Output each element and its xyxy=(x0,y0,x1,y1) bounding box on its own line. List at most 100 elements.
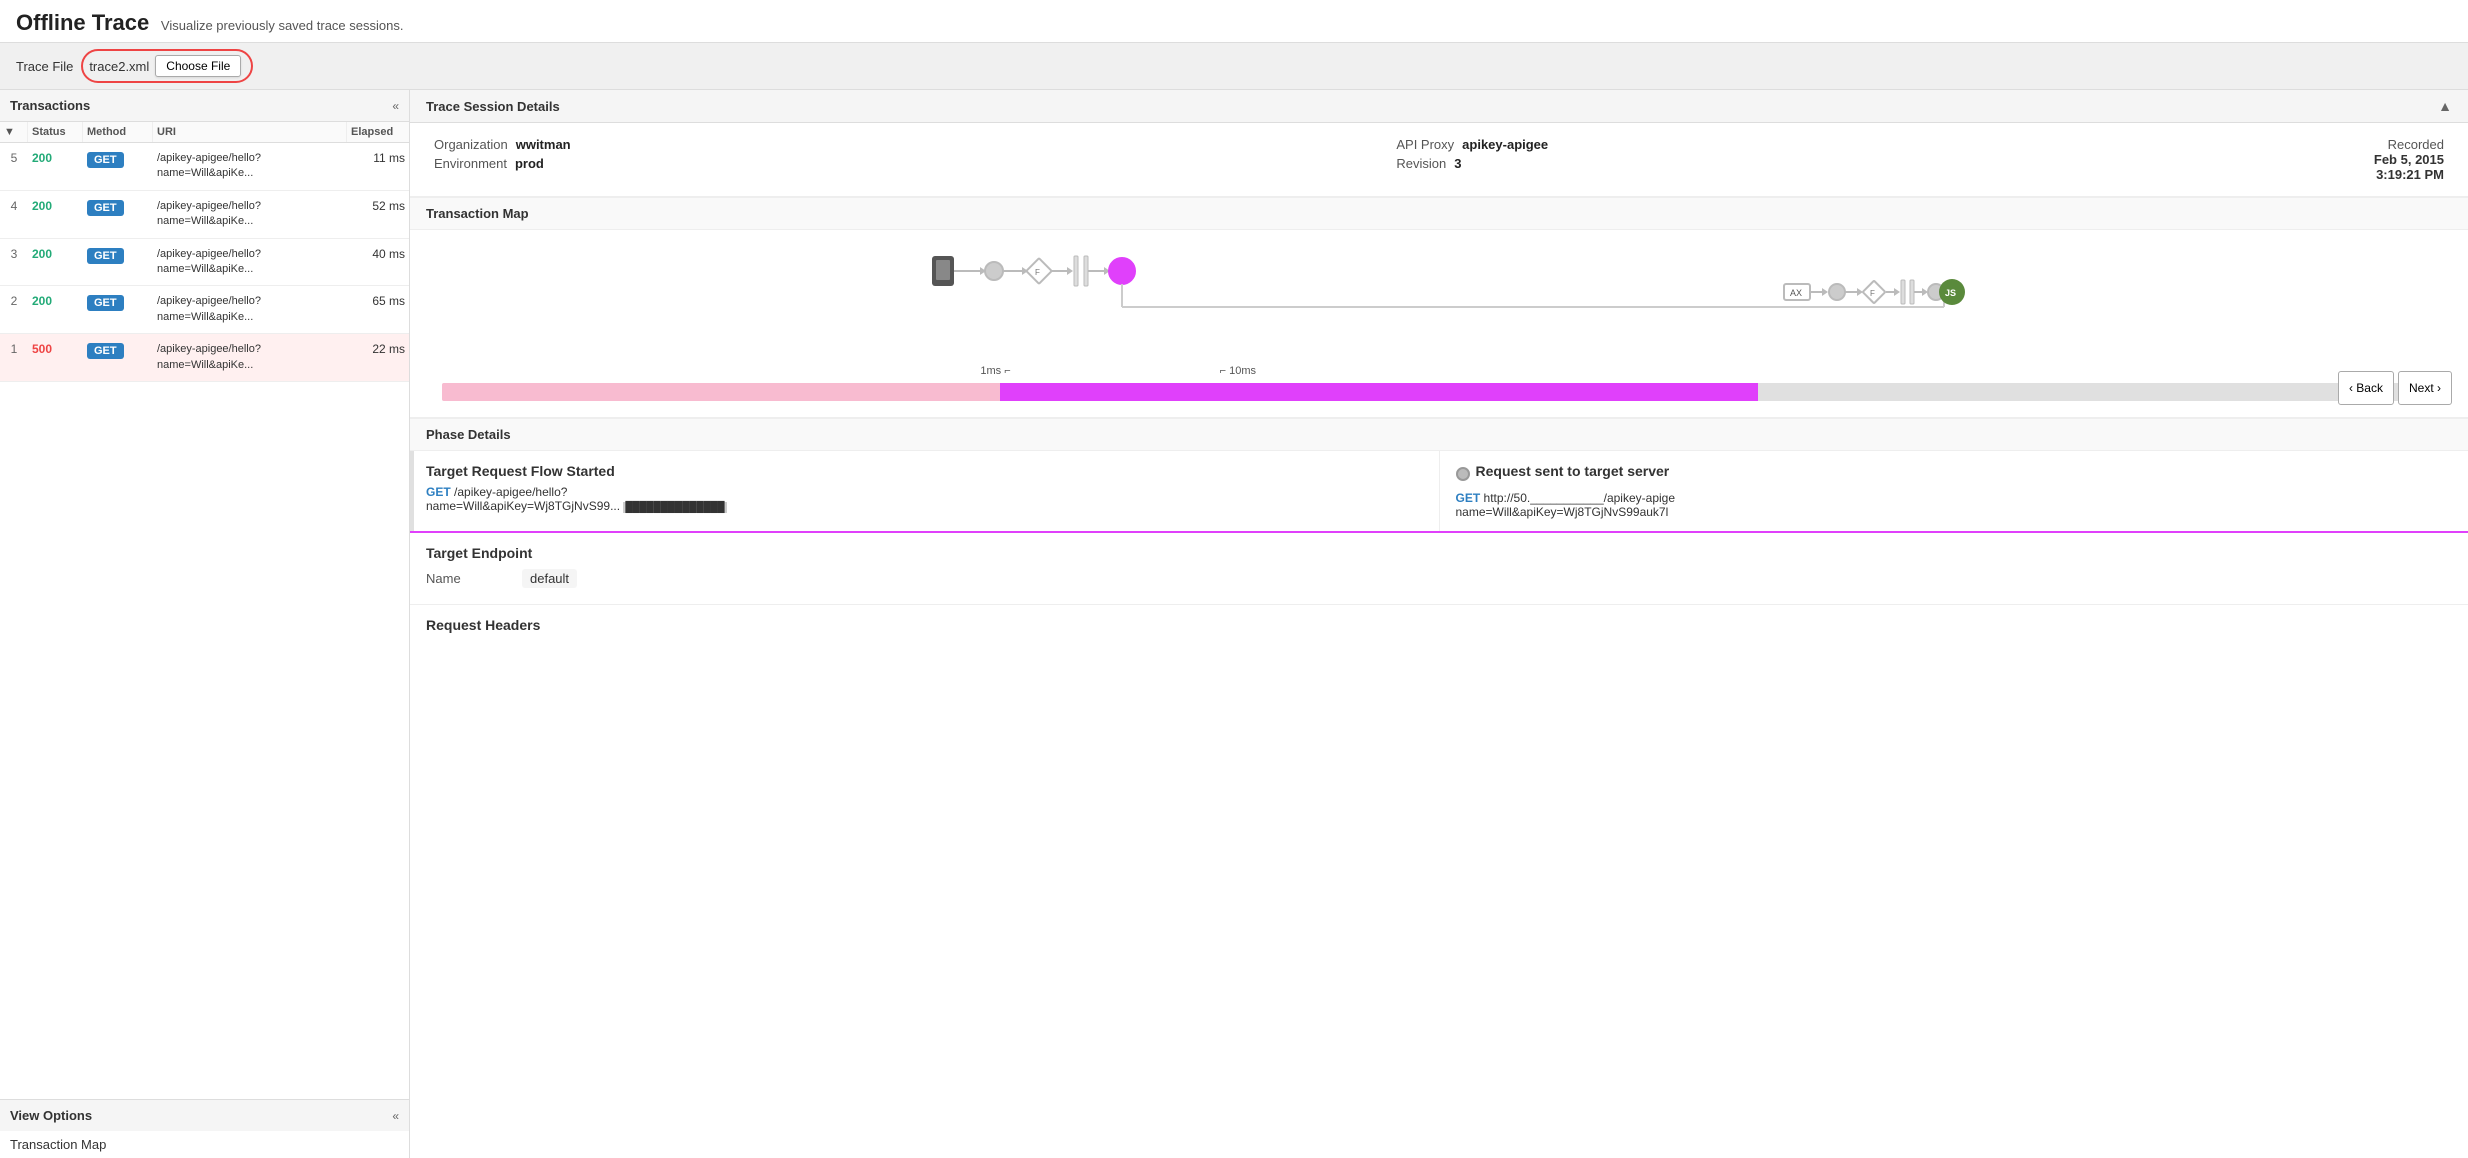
arrow-head-b3 xyxy=(1894,288,1900,296)
endpoint-name-row: Name default xyxy=(426,569,2452,588)
tx-elapsed: 52 ms xyxy=(347,197,409,215)
env-row: Environment prod xyxy=(434,156,571,171)
tx-elapsed: 11 ms xyxy=(347,149,409,167)
col-header-method: Method xyxy=(83,122,153,142)
view-options-title: View Options xyxy=(10,1108,92,1123)
tx-uri: /apikey-apigee/hello? name=Will&apiKe... xyxy=(153,197,347,232)
left-panel: Transactions « ▼ Status Method URI Elaps… xyxy=(0,90,410,1158)
back-button[interactable]: ‹ Back xyxy=(2338,371,2394,405)
table-row[interactable]: 4 200 GET /apikey-apigee/hello? name=Wil… xyxy=(0,191,409,239)
trace-session-title: Trace Session Details xyxy=(426,99,560,114)
transactions-header: Transactions « xyxy=(0,90,409,122)
col-header-arrow: ▼ xyxy=(0,122,28,142)
table-header: ▼ Status Method URI Elapsed xyxy=(0,122,409,143)
next-button[interactable]: Next › xyxy=(2398,371,2452,405)
session-mid-col: API Proxy apikey-apigee Revision 3 xyxy=(1396,137,1548,182)
target-endpoint-section: Target Endpoint Name default xyxy=(410,533,2468,605)
gray-node-b xyxy=(1829,284,1845,300)
phase-details-title: Phase Details xyxy=(410,418,2468,451)
tx-uri: /apikey-apigee/hello? name=Will&apiKe... xyxy=(153,340,347,375)
timeline-label-10ms: ⌐ 10ms xyxy=(1220,365,1256,377)
api-proxy-label: API Proxy xyxy=(1396,137,1454,152)
tx-uri: /apikey-apigee/hello? name=Will&apiKe... xyxy=(153,149,347,184)
right-panel: Trace Session Details ▲ Organization wwi… xyxy=(410,90,2468,1158)
phase-card-1: Target Request Flow Started GET /apikey-… xyxy=(410,451,1440,531)
tx-status: 200 xyxy=(28,197,83,215)
recorded-time: 3:19:21 PM xyxy=(2374,167,2444,182)
gray-node-1 xyxy=(985,262,1003,280)
app-header: Offline Trace Visualize previously saved… xyxy=(0,0,2468,43)
phone-screen xyxy=(936,260,950,280)
org-row: Organization wwitman xyxy=(434,137,571,152)
tx-uri: /apikey-apigee/hello? name=Will&apiKe... xyxy=(153,292,347,327)
api-proxy-row: API Proxy apikey-apigee xyxy=(1396,137,1548,152)
request-headers-title: Request Headers xyxy=(426,617,2452,633)
transactions-title: Transactions xyxy=(10,98,90,113)
revision-value: 3 xyxy=(1454,156,1461,171)
arrow-head-b xyxy=(1822,288,1828,296)
nav-buttons: ‹ Back Next › xyxy=(2338,371,2452,405)
table-row[interactable]: 5 200 GET /apikey-apigee/hello? name=Wil… xyxy=(0,143,409,191)
table-row[interactable]: 3 200 GET /apikey-apigee/hello? name=Wil… xyxy=(0,239,409,287)
view-options-body: Transaction Map xyxy=(0,1131,409,1158)
view-options-header[interactable]: View Options « xyxy=(0,1100,409,1131)
phase-card-2-method: GET http://50.___________/apikey-apige xyxy=(1456,491,2453,505)
get-badge: GET xyxy=(87,152,124,168)
tx-method: GET xyxy=(83,292,153,313)
view-options-collapse-icon[interactable]: « xyxy=(392,1109,399,1123)
timeline-label-1ms: 1ms ⌐ xyxy=(980,365,1010,377)
double-bar-left xyxy=(1074,256,1078,286)
double-bar-b-right xyxy=(1910,280,1914,304)
choose-file-wrapper: trace2.xml Choose File xyxy=(81,49,253,83)
get-badge: GET xyxy=(87,200,124,216)
env-label: Environment xyxy=(434,156,507,171)
col-header-status: Status xyxy=(28,122,83,142)
recorded-block: Recorded Feb 5, 2015 3:19:21 PM xyxy=(2374,137,2444,182)
revision-row: Revision 3 xyxy=(1396,156,1548,171)
collapse-transactions-icon[interactable]: « xyxy=(392,99,399,113)
transaction-list: 5 200 GET /apikey-apigee/hello? name=Wil… xyxy=(0,143,409,1099)
table-row[interactable]: 2 200 GET /apikey-apigee/hello? name=Wil… xyxy=(0,286,409,334)
tx-num: 1 xyxy=(0,340,28,358)
tx-uri: /apikey-apigee/hello? name=Will&apiKe... xyxy=(153,245,347,280)
timeline-seg-2 xyxy=(1000,383,1758,401)
tx-status: 200 xyxy=(28,245,83,263)
endpoint-name-key: Name xyxy=(426,571,506,586)
tx-num: 3 xyxy=(0,245,28,263)
page-subtitle: Visualize previously saved trace session… xyxy=(161,18,404,33)
tx-status: 200 xyxy=(28,292,83,310)
get-badge: GET xyxy=(87,248,124,264)
revision-label: Revision xyxy=(1396,156,1446,171)
request-headers-section: Request Headers xyxy=(410,605,2468,645)
choose-file-button[interactable]: Choose File xyxy=(155,55,241,77)
double-bar-right xyxy=(1084,256,1088,286)
timeline-bar-container: 1ms ⌐ ⌐ 10ms ‹ Back Next › xyxy=(426,355,2452,405)
recorded-date: Feb 5, 2015 xyxy=(2374,152,2444,167)
tx-method: GET xyxy=(83,149,153,170)
tx-num: 5 xyxy=(0,149,28,167)
col-header-uri: URI xyxy=(153,122,347,142)
collapse-trace-session-icon[interactable]: ▲ xyxy=(2438,98,2452,114)
transaction-map: F AX xyxy=(410,230,2468,418)
tx-elapsed: 22 ms xyxy=(347,340,409,358)
phase-card-2-url: name=Will&apiKey=Wj8TGjNvS99auk7l xyxy=(1456,505,2453,519)
api-proxy-value: apikey-apigee xyxy=(1462,137,1548,152)
diamond-label-b: F xyxy=(1870,289,1875,298)
recorded-label: Recorded xyxy=(2374,137,2444,152)
col-header-elapsed: Elapsed xyxy=(347,122,409,142)
timeline-labels: 1ms ⌐ ⌐ 10ms xyxy=(442,363,2436,379)
table-row[interactable]: 1 500 GET /apikey-apigee/hello? name=Wil… xyxy=(0,334,409,382)
org-value: wwitman xyxy=(516,137,571,152)
transaction-map-title: Transaction Map xyxy=(410,197,2468,230)
trace-file-label: Trace File xyxy=(16,59,73,74)
active-node xyxy=(1109,258,1135,284)
page-title: Offline Trace xyxy=(16,10,149,35)
tx-status: 500 xyxy=(28,340,83,358)
timeline-seg-3 xyxy=(1758,383,2436,401)
double-bar-b-left xyxy=(1901,280,1905,304)
trace-session-header: Trace Session Details ▲ xyxy=(410,90,2468,123)
diamond-label: F xyxy=(1035,268,1040,277)
tx-status: 200 xyxy=(28,149,83,167)
phase-card-2-title: Request sent to target server xyxy=(1476,463,1670,479)
phase-indicator-dot xyxy=(1456,467,1470,481)
